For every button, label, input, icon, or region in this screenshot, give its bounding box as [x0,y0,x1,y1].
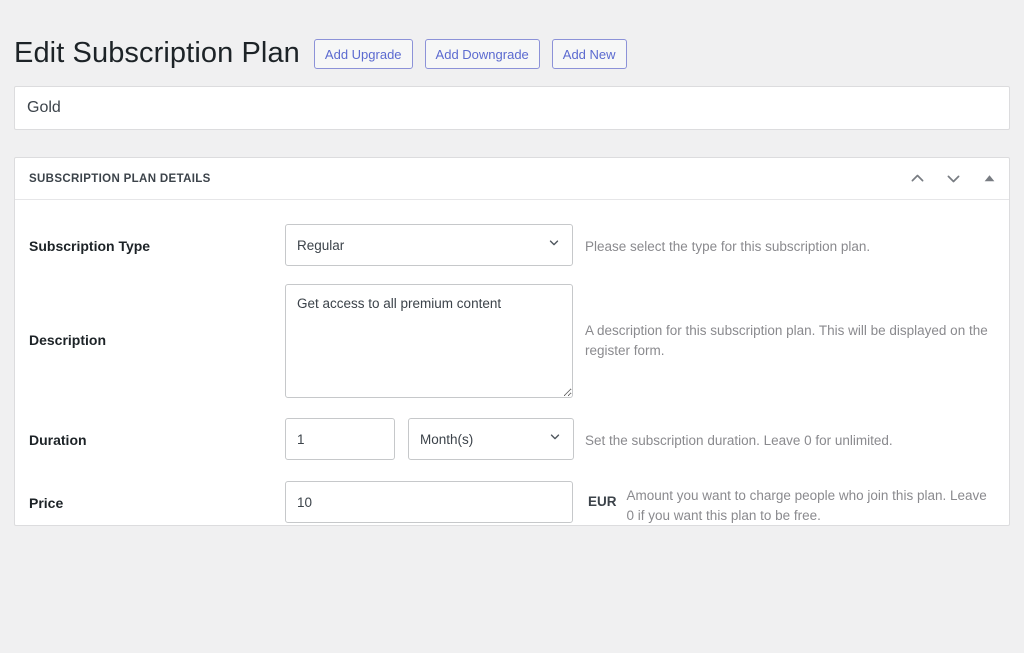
subscription-type-select[interactable]: Regular Upgrade Downgrade [285,224,573,266]
panel-header-controls [899,161,1007,197]
price-input[interactable] [285,481,573,523]
subscription-type-label: Subscription Type [29,224,285,257]
page-header: Edit Subscription Plan Add Upgrade Add D… [0,0,1024,86]
plan-title-input[interactable] [14,86,1010,130]
plan-details-form: Subscription Type Regular Upgrade Downgr… [15,200,1009,525]
field-row-subscription-type: Subscription Type Regular Upgrade Downgr… [15,224,1009,266]
toggle-panel-icon[interactable] [971,161,1007,197]
field-row-description: Description Get access to all premium co… [15,284,1009,398]
duration-label: Duration [29,418,285,451]
subscription-plan-details-panel: SUBSCRIPTION PLAN DETAILS [14,157,1010,526]
duration-unit-select[interactable]: Month(s) Day(s) Week(s) Year(s) [408,418,574,460]
field-row-price: Price EUR Amount you want to charge peop… [15,481,1009,525]
price-currency-label: EUR [575,481,617,509]
price-label: Price [29,481,285,514]
duration-input[interactable] [285,418,395,460]
description-help-text: A description for this subscription plan… [575,284,995,360]
panel-header: SUBSCRIPTION PLAN DETAILS [15,158,1009,200]
panel-title: SUBSCRIPTION PLAN DETAILS [29,173,899,185]
subscription-type-select-wrap: Regular Upgrade Downgrade [285,224,573,266]
duration-unit-select-wrap: Month(s) Day(s) Week(s) Year(s) [408,418,574,460]
duration-description: Set the subscription duration. Leave 0 f… [575,418,995,451]
page-title: Edit Subscription Plan [14,35,300,73]
price-description: Amount you want to charge people who joi… [617,481,995,525]
subscription-type-description: Please select the type for this subscrip… [575,224,995,257]
move-up-icon[interactable] [899,161,935,197]
field-row-duration: Duration Month(s) Day(s) Week(s) Year(s) [15,418,1009,460]
content-area: SUBSCRIPTION PLAN DETAILS [0,86,1024,526]
add-upgrade-button[interactable]: Add Upgrade [314,39,413,69]
description-label: Description [29,284,285,351]
add-downgrade-button[interactable]: Add Downgrade [425,39,540,69]
description-textarea[interactable]: Get access to all premium content [285,284,573,398]
add-new-button[interactable]: Add New [552,39,627,69]
move-down-icon[interactable] [935,161,971,197]
